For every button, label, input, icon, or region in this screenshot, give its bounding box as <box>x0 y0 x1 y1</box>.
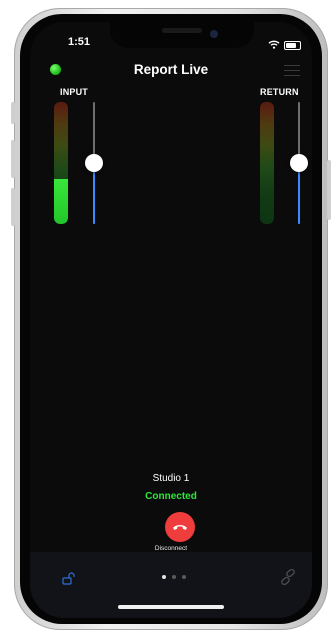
status-time: 1:51 <box>68 36 91 48</box>
return-label: RETURN <box>260 87 299 97</box>
input-level-meter <box>54 102 68 224</box>
home-indicator <box>118 605 224 609</box>
return-gain-slider-fill <box>298 163 300 224</box>
return-level-meter <box>260 102 274 224</box>
battery-icon <box>284 40 301 50</box>
link-chain-icon[interactable] <box>280 568 296 590</box>
power-button <box>327 160 331 220</box>
page-dot[interactable] <box>162 575 166 579</box>
front-camera <box>210 30 218 38</box>
input-label: INPUT <box>60 87 88 97</box>
earpiece-speaker <box>162 28 202 33</box>
input-level-fill <box>54 178 68 224</box>
page-dot[interactable] <box>172 575 176 579</box>
hamburger-menu-icon[interactable] <box>284 65 300 80</box>
disconnect-label: Disconnect <box>154 545 188 552</box>
wifi-icon <box>268 36 280 54</box>
page-dot[interactable] <box>182 575 186 579</box>
input-gain-slider-fill <box>93 163 95 224</box>
volume-up-button <box>11 140 15 178</box>
app-screen: 1:51 Report Live INPUT RETURN Studio 1 C… <box>30 22 312 618</box>
return-gain-slider-thumb[interactable] <box>290 154 308 172</box>
disconnect-button[interactable] <box>165 512 195 542</box>
station-name: Studio 1 <box>152 473 190 484</box>
silent-switch <box>11 102 15 124</box>
connection-status: Connected <box>145 491 197 502</box>
volume-down-button <box>11 188 15 226</box>
return-gain-slider[interactable] <box>290 102 308 224</box>
page-title: Report Live <box>133 62 209 77</box>
input-gain-slider-thumb[interactable] <box>85 154 103 172</box>
page-indicator[interactable] <box>162 575 186 579</box>
notch <box>110 22 254 48</box>
status-icons <box>268 36 301 54</box>
input-gain-slider[interactable] <box>85 102 103 224</box>
unlock-icon[interactable] <box>62 572 76 590</box>
phone-hangup-icon <box>172 518 188 536</box>
